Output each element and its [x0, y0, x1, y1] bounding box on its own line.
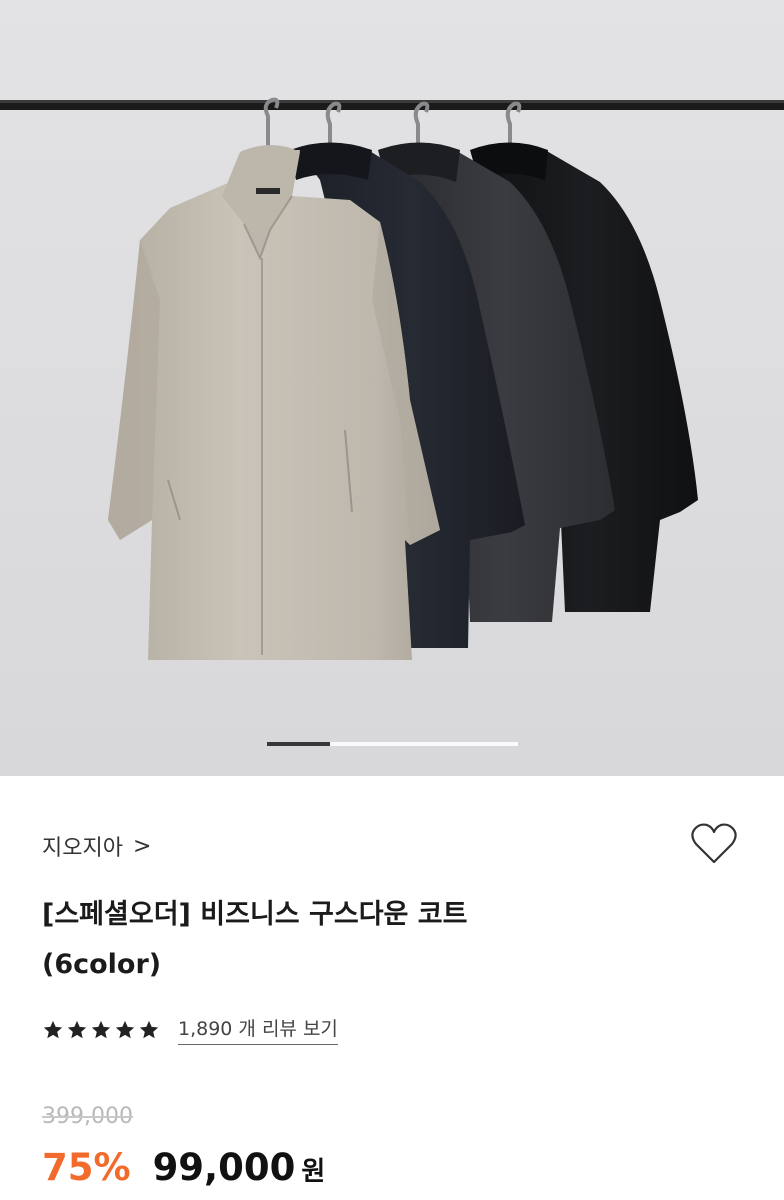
product-image-gallery[interactable] [0, 0, 784, 776]
original-price: 399,000 [42, 1104, 133, 1129]
rating-stars [42, 1019, 160, 1041]
review-link[interactable]: 1,890 개 리뷰 보기 [178, 1014, 338, 1045]
chevron-right-icon: > [132, 833, 152, 859]
star-icon [91, 1020, 111, 1038]
discount-rate: 75% [42, 1146, 131, 1189]
star-icon [67, 1020, 87, 1038]
heart-outline-icon[interactable] [686, 816, 742, 872]
product-title-line2: (6color) [42, 949, 162, 980]
product-photo [0, 97, 784, 660]
gallery-progress-indicator [267, 742, 518, 746]
product-info-panel: 지오지아 > [스페셜오더] 비즈니스 구스다운 코트 (6color) 1,8… [0, 776, 784, 1200]
product-title: [스페셜오더] 비즈니스 구스다운 코트 (6color) [42, 890, 682, 990]
sale-price: 99,000 [152, 1146, 296, 1189]
brand-name: 지오지아 [42, 836, 123, 861]
product-title-line1: [스페셜오더] 비즈니스 구스다운 코트 [42, 899, 468, 930]
price-row: 75% 99,000 원 [42, 1146, 325, 1189]
currency-unit: 원 [301, 1157, 326, 1187]
gallery-progress-active [267, 742, 330, 746]
star-icon [43, 1020, 63, 1038]
rating-row: 1,890 개 리뷰 보기 [42, 1014, 338, 1045]
brand-link[interactable]: 지오지아 > [42, 830, 151, 862]
star-icon [115, 1020, 135, 1038]
star-icon [139, 1020, 159, 1038]
